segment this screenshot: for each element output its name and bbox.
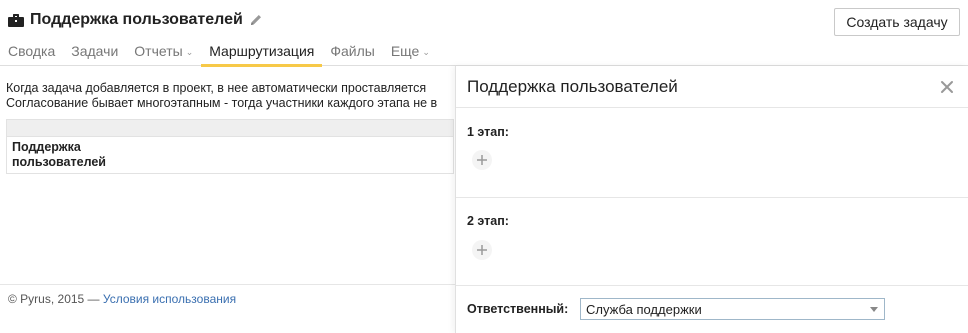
table-header [7,120,453,137]
description-line: Когда задача добавляется в проект, в нее… [6,81,427,95]
tab-label: Еще [390,43,420,59]
copyright-text: © Pyrus, 2015 — [8,292,103,306]
tab-routing[interactable]: Маршрутизация [201,40,323,67]
tab-label: Маршрутизация [209,43,315,59]
project-title: Поддержка пользователей [8,11,263,29]
pencil-icon[interactable] [249,13,263,27]
plus-icon [477,245,487,255]
tab-summary[interactable]: Сводка [0,40,63,66]
page-header: Поддержка пользователей Создать задачу С… [0,0,968,67]
responsible-value: Служба поддержки [586,301,702,317]
tab-tasks[interactable]: Задачи [63,40,126,66]
chevron-down-icon: ⌄ [422,47,430,57]
table-cell-project[interactable]: Поддержка пользователей [7,137,453,173]
divider [456,197,968,198]
tab-label: Файлы [330,43,375,59]
terms-link[interactable]: Условия использования [103,292,236,306]
tab-files[interactable]: Файлы [322,40,382,66]
chevron-down-icon [870,307,878,312]
divider [456,285,968,286]
chevron-down-icon: ⌄ [185,47,194,57]
plus-icon [477,155,487,165]
routing-description: Когда задача добавляется в проект, в нее… [6,81,454,111]
add-stage-1-participant-button[interactable] [472,150,492,170]
tab-label: Отчеты [134,43,183,59]
stage-2-label: 2 этап: [467,214,509,228]
responsible-label: Ответственный: [467,302,569,316]
routing-side-panel: Поддержка пользователей 1 этап: 2 этап: … [455,66,968,333]
page-footer: © Pyrus, 2015 — Условия использования [0,284,455,313]
tab-label: Задачи [71,43,119,59]
description-line: Согласование бывает многоэтапным - тогда… [6,96,438,110]
stage-1-label: 1 этап: [467,125,509,139]
create-task-button[interactable]: Создать задачу [834,8,960,36]
close-icon[interactable] [940,80,954,94]
tab-more[interactable]: Еще ⌄ [383,40,438,66]
tab-label: Сводка [8,43,56,59]
divider [456,107,968,108]
tab-bar: Сводка Задачи Отчеты ⌄ Маршрутизация Фай… [0,40,438,67]
cell-text: пользователей [12,155,106,169]
panel-title: Поддержка пользователей [467,77,678,96]
add-stage-2-participant-button[interactable] [472,240,492,260]
cell-text: Поддержка [12,140,81,154]
project-name: Поддержка пользователей [30,11,243,28]
briefcase-icon [8,13,24,27]
routing-table: Поддержка пользователей [6,119,454,174]
responsible-select[interactable]: Служба поддержки [580,298,885,320]
tab-reports[interactable]: Отчеты ⌄ [126,40,201,66]
